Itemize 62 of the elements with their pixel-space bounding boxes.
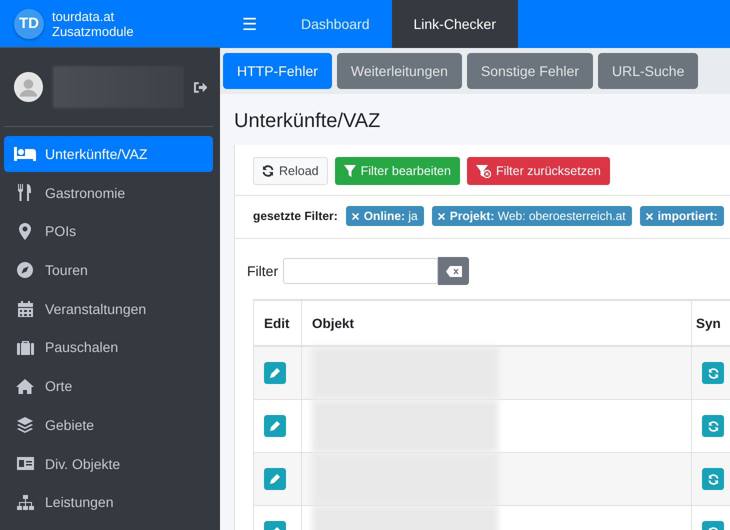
pencil-icon (270, 368, 280, 378)
brand-subtitle: Zusatzmodule (52, 24, 134, 38)
refresh-icon (262, 165, 274, 177)
filter-input[interactable] (283, 258, 438, 284)
filter-chip[interactable]: Online: ja (346, 206, 424, 226)
bed-icon (14, 147, 36, 161)
tab[interactable]: Weiterleitungen (336, 53, 462, 89)
edit-button[interactable] (264, 415, 286, 437)
close-icon[interactable] (352, 213, 359, 220)
filter-label: Filter (247, 263, 278, 279)
nav-tab[interactable]: Link-Checker (392, 0, 518, 48)
pencil-icon (270, 421, 280, 431)
filter-icon (344, 165, 356, 177)
filter-chip[interactable]: importiert: (640, 206, 724, 226)
sidebar-item[interactable]: Gastronomie (4, 174, 213, 211)
edit-button[interactable] (264, 468, 286, 490)
close-icon[interactable] (438, 213, 445, 220)
page-title: Unterkünfte/VAZ (233, 109, 382, 134)
sync-button[interactable] (702, 362, 724, 384)
sidebar-item[interactable]: Leistungen (4, 484, 213, 520)
suitcase-icon (16, 340, 34, 355)
reload-button[interactable]: Reload (253, 157, 328, 185)
cutlery-icon (18, 184, 32, 202)
edit-filter-button[interactable]: Filter bearbeiten (334, 157, 460, 185)
brand-name: tourdata.at (52, 8, 116, 24)
backspace-icon (446, 266, 462, 276)
reset-filter-button[interactable]: Filter zurücksetzen (466, 157, 610, 185)
sync-button[interactable] (702, 415, 724, 437)
home-icon (16, 378, 34, 394)
tab[interactable]: Sonstige Fehler (466, 53, 593, 89)
menu-icon[interactable]: ☰ (220, 0, 279, 48)
filters-label: gesetzte Filter: (253, 209, 338, 223)
sitemap-icon (16, 494, 34, 510)
sidebar-item[interactable]: Pauschalen (4, 329, 213, 366)
tab[interactable]: HTTP-Fehler (223, 53, 332, 89)
id-card-icon (16, 457, 34, 470)
compass-icon (17, 262, 33, 278)
clear-button[interactable] (438, 257, 470, 285)
sync-button[interactable] (702, 468, 724, 490)
map-pin-icon (19, 222, 31, 240)
sidebar-item[interactable]: Touren (4, 252, 213, 288)
sidebar-item[interactable]: POIs (4, 213, 213, 250)
layers-icon (17, 416, 33, 433)
refresh-icon (708, 420, 718, 432)
nav-tab[interactable]: Dashboard (279, 0, 392, 48)
filter-chip[interactable]: Projekt: Web: oberoesterreich.at (432, 206, 632, 226)
filter-remove-icon (476, 164, 491, 178)
logo: TD (14, 8, 44, 38)
sidebar-item[interactable]: Div. Objekte (4, 446, 213, 482)
logout-icon[interactable] (194, 80, 207, 94)
sidebar-item[interactable]: Unterkünfte/VAZ (4, 136, 213, 172)
sidebar-item[interactable]: Veranstaltungen (4, 290, 213, 327)
tab[interactable]: URL-Suche (598, 53, 698, 89)
refresh-icon (708, 474, 718, 484)
close-icon[interactable] (646, 213, 653, 220)
sidebar-item[interactable]: Orte (4, 368, 213, 404)
refresh-icon (708, 368, 718, 378)
avatar-icon (14, 72, 43, 102)
edit-button[interactable] (264, 362, 286, 384)
sidebar-item[interactable]: Gebiete (4, 406, 213, 443)
calendar-icon (18, 300, 32, 317)
pencil-icon (270, 474, 280, 484)
